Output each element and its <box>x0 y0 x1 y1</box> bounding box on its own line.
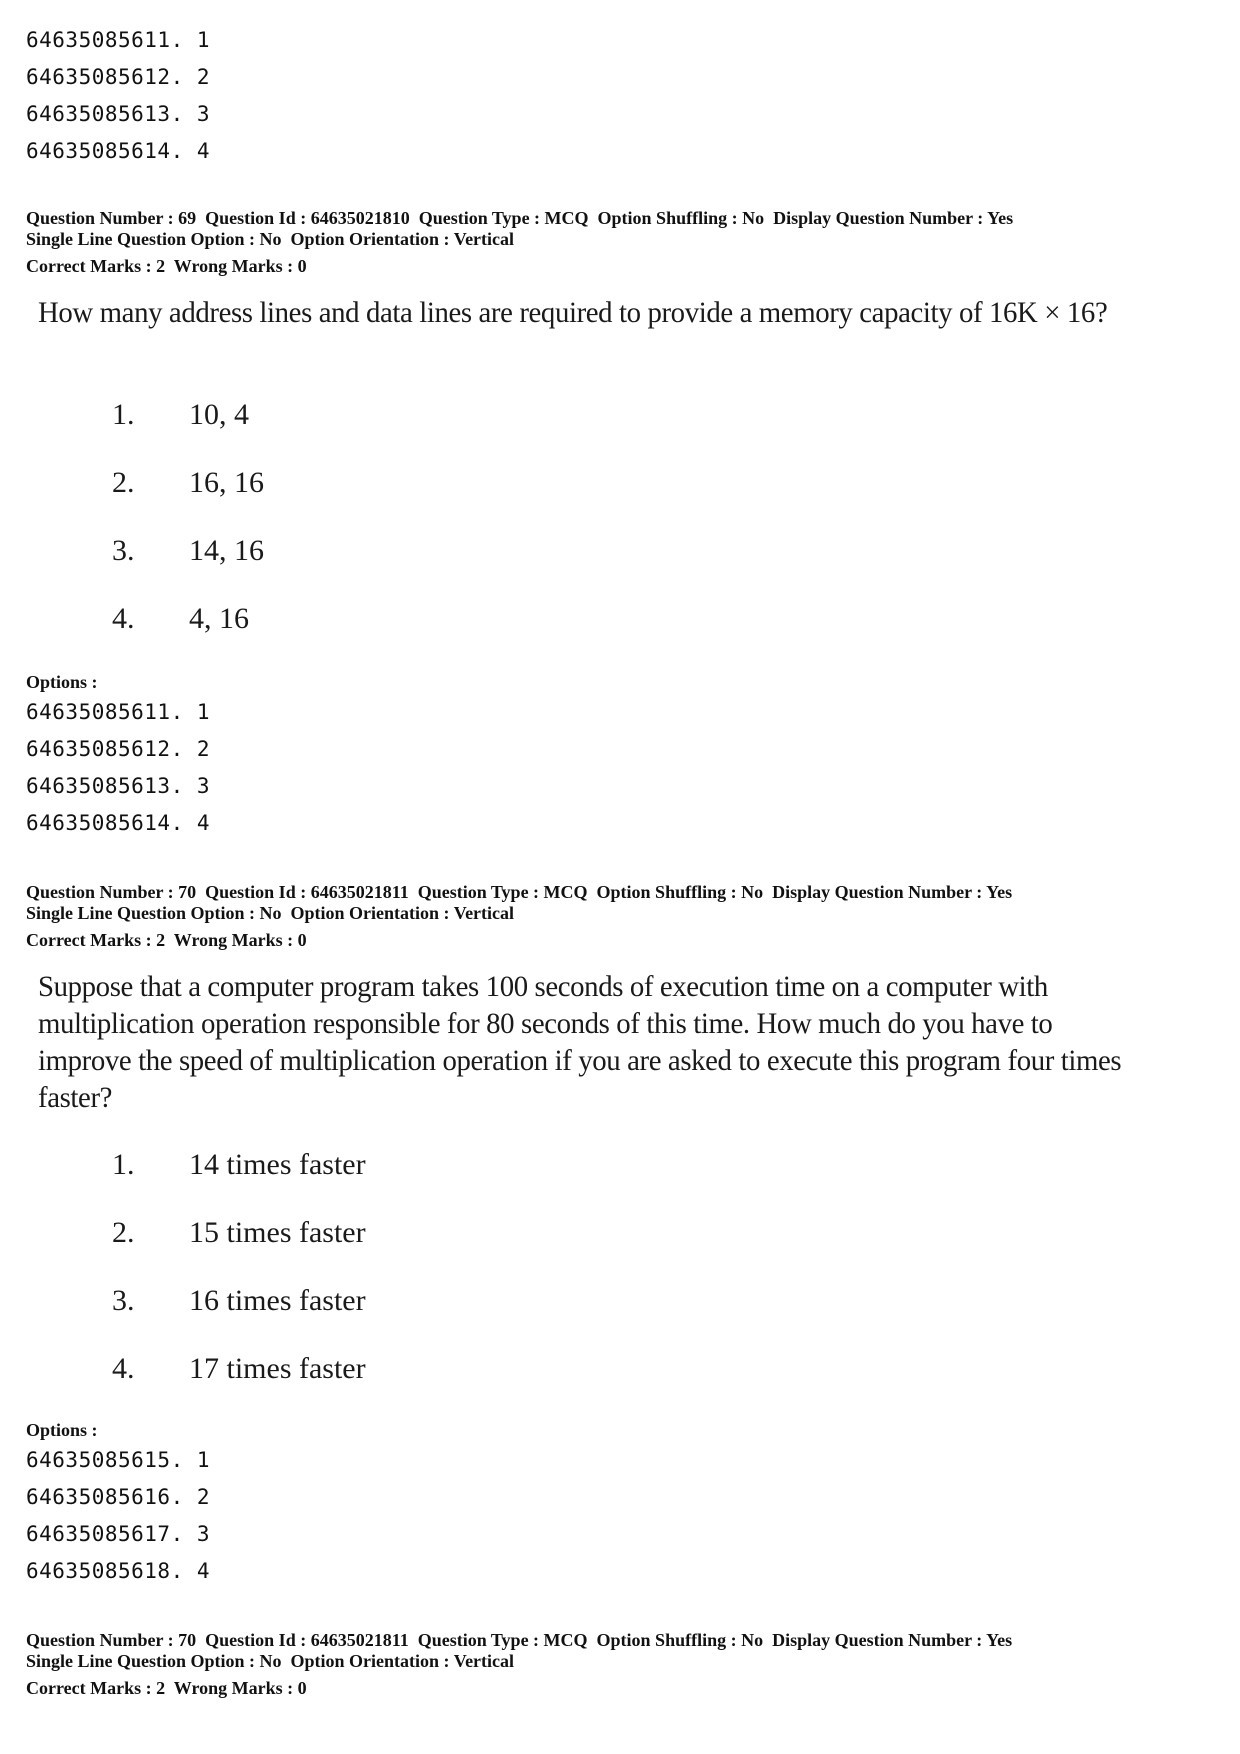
answer-choice: 3. 14, 16 <box>112 534 264 602</box>
question-meta-line-1: Question Number : 69 Question Id : 64635… <box>26 208 1014 228</box>
choice-number: 1. <box>112 1148 135 1181</box>
option-code: 64635085613. 3 <box>26 102 211 126</box>
choice-text: 16, 16 <box>189 466 264 499</box>
question-meta-line-1: Question Number : 70 Question Id : 64635… <box>26 882 1013 902</box>
question-text: How many address lines and data lines ar… <box>38 296 1108 329</box>
option-code: 64635085617. 3 <box>26 1522 211 1546</box>
choice-text: 17 times faster <box>189 1352 366 1385</box>
choice-text: 4, 16 <box>189 602 249 635</box>
question-marks: Correct Marks : 2 Wrong Marks : 0 <box>26 1678 307 1698</box>
question-meta: Question Number : 70 Question Id : 64635… <box>26 1630 1012 1699</box>
choice-number: 4. <box>112 602 135 635</box>
option-code: 64635085616. 2 <box>26 1485 211 1509</box>
question-meta-line-2: Single Line Question Option : No Option … <box>26 229 515 249</box>
answer-choice: 4. 17 times faster <box>112 1352 366 1420</box>
choice-text: 10, 4 <box>189 398 249 431</box>
options-label: Options : <box>26 672 98 692</box>
question-meta: Question Number : 69 Question Id : 64635… <box>26 208 1013 277</box>
previous-option-codes: 64635085611. 1 64635085612. 2 6463508561… <box>26 22 210 170</box>
question-meta-line-2: Single Line Question Option : No Option … <box>26 903 515 923</box>
answer-choices: 1. 14 times faster 2. 15 times faster 3.… <box>112 1148 366 1420</box>
option-code: 64635085611. 1 <box>26 700 211 724</box>
choice-number: 2. <box>112 1216 135 1249</box>
choice-number: 1. <box>112 398 135 431</box>
answer-choice: 3. 16 times faster <box>112 1284 366 1352</box>
question-meta: Question Number : 70 Question Id : 64635… <box>26 882 1012 951</box>
option-code: 64635085612. 2 <box>26 65 211 89</box>
choice-text: 15 times faster <box>189 1216 366 1249</box>
option-code: 64635085613. 3 <box>26 774 211 798</box>
option-code: 64635085612. 2 <box>26 737 211 761</box>
options-label: Options : <box>26 1420 98 1440</box>
option-code: 64635085615. 1 <box>26 1448 211 1472</box>
question-meta-line-1: Question Number : 70 Question Id : 64635… <box>26 1630 1013 1650</box>
exam-page: 64635085611. 1 64635085612. 2 6463508561… <box>0 0 1240 1754</box>
choice-number: 2. <box>112 466 135 499</box>
answer-choice: 4. 4, 16 <box>112 602 264 670</box>
answer-choice: 2. 15 times faster <box>112 1216 366 1284</box>
answer-choice: 1. 14 times faster <box>112 1148 366 1216</box>
question-meta-line-2: Single Line Question Option : No Option … <box>26 1651 515 1671</box>
option-codes: 64635085611. 1 64635085612. 2 6463508561… <box>26 694 210 842</box>
choice-text: 14, 16 <box>189 534 264 567</box>
choice-number: 3. <box>112 534 135 567</box>
option-code: 64635085618. 4 <box>26 1559 211 1583</box>
option-code: 64635085614. 4 <box>26 139 211 163</box>
option-code: 64635085611. 1 <box>26 28 211 52</box>
answer-choice: 1. 10, 4 <box>112 398 264 466</box>
question-marks: Correct Marks : 2 Wrong Marks : 0 <box>26 256 307 276</box>
question-marks: Correct Marks : 2 Wrong Marks : 0 <box>26 930 307 950</box>
answer-choices: 1. 10, 4 2. 16, 16 3. 14, 16 4. 4, 16 <box>112 398 264 670</box>
choice-text: 16 times faster <box>189 1284 366 1317</box>
choice-number: 3. <box>112 1284 135 1317</box>
choice-text: 14 times faster <box>189 1148 366 1181</box>
choice-number: 4. <box>112 1352 135 1385</box>
answer-choice: 2. 16, 16 <box>112 466 264 534</box>
question-text: Suppose that a computer program takes 10… <box>38 970 1122 1114</box>
option-code: 64635085614. 4 <box>26 811 211 835</box>
option-codes: 64635085615. 1 64635085616. 2 6463508561… <box>26 1442 210 1590</box>
